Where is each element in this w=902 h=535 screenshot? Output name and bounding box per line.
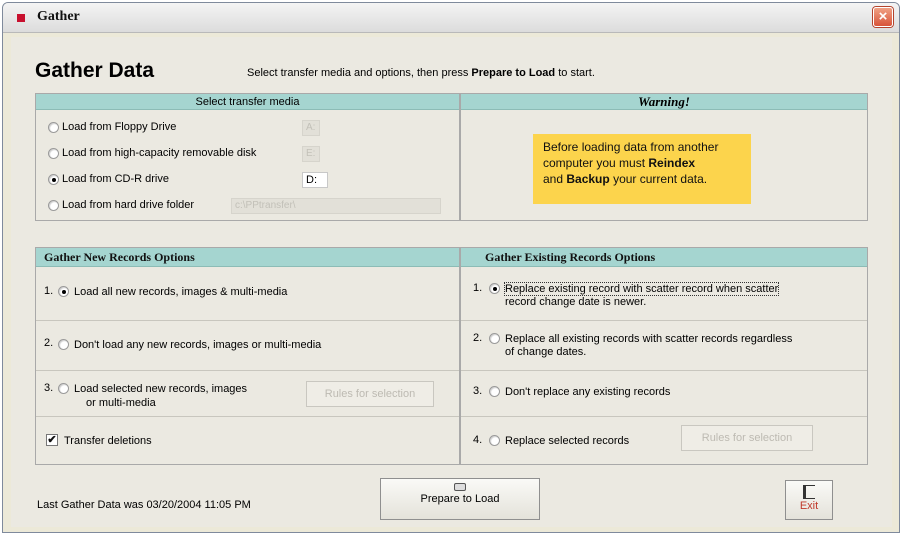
window-title: Gather bbox=[37, 9, 80, 24]
removable-disk-radio[interactable] bbox=[48, 148, 59, 159]
cdr-drive-field[interactable]: D: bbox=[302, 172, 328, 188]
divider bbox=[36, 320, 459, 321]
warning-line-3-suffix: your current data. bbox=[613, 172, 708, 186]
existing-option-3-radio[interactable] bbox=[489, 386, 500, 397]
new-records-header: Gather New Records Options bbox=[36, 248, 459, 267]
transfer-deletions-checkbox[interactable]: ✔ bbox=[46, 434, 58, 446]
warning-message: Before loading data from another compute… bbox=[533, 134, 751, 204]
warning-line-1: Before loading data from another bbox=[543, 140, 719, 154]
warning-line-3-text: and bbox=[543, 172, 567, 186]
new-option-3-label: Load selected new records, images bbox=[74, 383, 248, 395]
existing-option-1-number: 1. bbox=[473, 282, 483, 294]
page-title: Gather Data bbox=[35, 59, 155, 82]
existing-option-3-label: Don't replace any existing records bbox=[505, 386, 671, 398]
floppy-drive-field[interactable]: A: bbox=[302, 120, 320, 136]
divider bbox=[461, 320, 867, 321]
divider bbox=[36, 370, 459, 371]
window-app-icon bbox=[17, 14, 25, 22]
removable-disk-label: Load from high-capacity removable disk bbox=[62, 147, 257, 159]
new-option-3-radio[interactable] bbox=[58, 383, 69, 394]
new-option-1-number: 1. bbox=[44, 285, 54, 297]
dialog-body: Gather Data Select transfer media and op… bbox=[11, 37, 892, 527]
new-records-panel: Gather New Records Options 1. Load all n… bbox=[35, 247, 460, 465]
floppy-label: Load from Floppy Drive bbox=[62, 121, 177, 133]
cdr-radio[interactable] bbox=[48, 174, 59, 185]
close-icon[interactable]: × bbox=[873, 7, 893, 27]
instructions-before: Select transfer media and options, then … bbox=[247, 67, 472, 79]
hard-drive-folder-path[interactable]: c:\PPtransfer\ bbox=[231, 198, 441, 214]
warning-panel: Warning! Before loading data from anothe… bbox=[460, 93, 868, 221]
removable-drive-field[interactable]: E: bbox=[302, 146, 320, 162]
existing-option-1-radio[interactable] bbox=[489, 283, 500, 294]
transfer-deletions-label: Transfer deletions bbox=[64, 435, 152, 447]
cdr-label: Load from CD-R drive bbox=[62, 173, 169, 185]
instructions-after: to start. bbox=[555, 67, 595, 79]
existing-records-header: Gather Existing Records Options bbox=[461, 248, 867, 267]
last-gather-text: Last Gather Data was 03/20/2004 11:05 PM bbox=[37, 499, 251, 511]
warning-backup: Backup bbox=[566, 172, 610, 186]
existing-option-4-number: 4. bbox=[473, 434, 483, 446]
new-option-2-label: Don't load any new records, images or mu… bbox=[74, 339, 322, 351]
existing-option-2-radio[interactable] bbox=[489, 333, 500, 344]
floppy-radio[interactable] bbox=[48, 122, 59, 133]
existing-records-panel: Gather Existing Records Options 1. Repla… bbox=[460, 247, 868, 465]
new-option-1-radio[interactable] bbox=[58, 286, 69, 297]
instructions-text: Select transfer media and options, then … bbox=[247, 67, 595, 79]
new-rules-for-selection-button[interactable]: Rules for selection bbox=[306, 381, 434, 407]
new-option-3-label-line2: or multi-media bbox=[86, 397, 156, 409]
new-option-2-radio[interactable] bbox=[58, 339, 69, 350]
warning-header: Warning! bbox=[461, 94, 867, 110]
prepare-to-load-button[interactable]: Prepare to Load bbox=[380, 478, 540, 520]
divider bbox=[461, 416, 867, 417]
existing-option-3-number: 3. bbox=[473, 385, 483, 397]
transfer-media-header: Select transfer media bbox=[36, 94, 459, 110]
existing-option-2-number: 2. bbox=[473, 332, 483, 344]
transfer-media-panel: Select transfer media Load from Floppy D… bbox=[35, 93, 460, 221]
warning-reindex: Reindex bbox=[648, 156, 696, 170]
warning-line-3: and Backup your current data. bbox=[543, 171, 741, 187]
new-option-2-number: 2. bbox=[44, 337, 54, 349]
existing-rules-for-selection-button[interactable]: Rules for selection bbox=[681, 425, 813, 451]
instructions-bold: Prepare to Load bbox=[471, 67, 556, 79]
prepare-to-load-label: Prepare to Load bbox=[420, 493, 500, 505]
hard-drive-folder-label: Load from hard drive folder bbox=[62, 199, 195, 211]
existing-option-4-radio[interactable] bbox=[489, 435, 500, 446]
exit-door-icon bbox=[803, 485, 815, 499]
drive-icon bbox=[454, 483, 466, 491]
existing-option-1-label-line2: record change date is newer. bbox=[505, 296, 647, 308]
title-bar: Gather × bbox=[3, 3, 899, 33]
divider bbox=[461, 370, 867, 371]
existing-option-2-label: Replace all existing records with scatte… bbox=[505, 333, 793, 345]
divider bbox=[36, 416, 459, 417]
exit-label: Exit bbox=[799, 500, 819, 512]
new-option-3-number: 3. bbox=[44, 382, 54, 394]
warning-line-2-text: computer you must bbox=[543, 156, 649, 170]
existing-option-4-label: Replace selected records bbox=[505, 435, 630, 447]
gather-window: Gather × Gather Data Select transfer med… bbox=[2, 2, 900, 533]
warning-line-2: computer you must Reindex bbox=[543, 155, 741, 171]
existing-option-1-label: Replace existing record with scatter rec… bbox=[503, 282, 780, 296]
new-option-1-label: Load all new records, images & multi-med… bbox=[74, 286, 288, 298]
existing-option-2-label-line2: of change dates. bbox=[505, 346, 587, 358]
hard-drive-folder-radio[interactable] bbox=[48, 200, 59, 211]
exit-button[interactable]: Exit bbox=[785, 480, 833, 520]
